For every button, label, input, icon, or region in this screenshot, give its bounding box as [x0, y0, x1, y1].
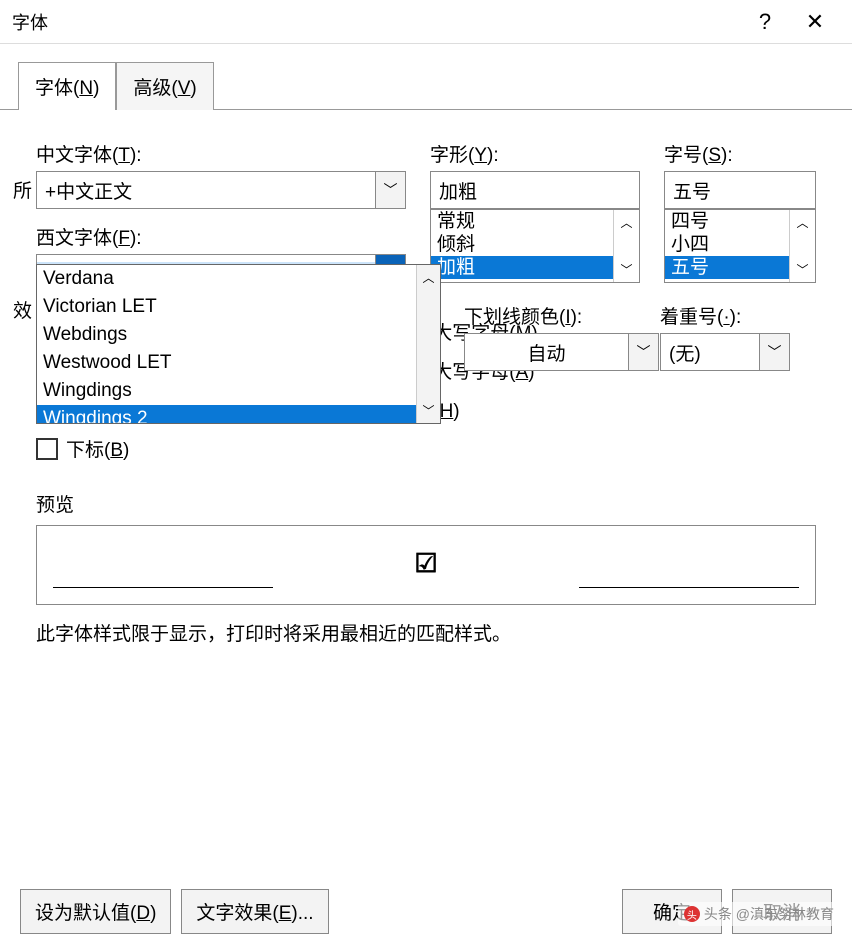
style-label: 字形(Y):	[430, 140, 640, 167]
scrollbar[interactable]: ︿﹀	[416, 265, 440, 423]
side-label: 所	[13, 176, 32, 203]
preview-line	[579, 587, 799, 588]
preview-line	[53, 587, 273, 588]
list-item[interactable]: Victorian LET	[37, 293, 440, 321]
list-item[interactable]: 四号	[665, 210, 789, 233]
list-item[interactable]: Webdings	[37, 321, 440, 349]
emphasis-combo[interactable]: (无) ﹀	[660, 333, 790, 371]
list-item[interactable]: 倾斜	[431, 233, 613, 256]
cn-font-label: 中文字体(T):	[36, 140, 406, 167]
list-item[interactable]: Westwood LET	[37, 349, 440, 377]
preview-note: 此字体样式限于显示，打印时将采用最相近的匹配样式。	[36, 619, 816, 646]
side-label: 效	[13, 296, 32, 323]
size-label: 字号(S):	[664, 140, 816, 167]
default-button[interactable]: 设为默认值(D)	[20, 889, 171, 934]
list-item[interactable]: 五号	[665, 256, 789, 279]
style-input[interactable]: 加粗	[430, 171, 640, 209]
titlebar: 字体 ? ✕	[0, 0, 852, 44]
preview-symbol: ☑	[414, 548, 437, 579]
cn-font-value: +中文正文	[37, 177, 375, 204]
dialog-content: 中文字体(T): +中文正文 ﹀ 西文字体(F): ﹀ 字形(Y): 加粗 常规…	[0, 110, 852, 656]
dialog-title: 字体	[12, 9, 740, 35]
watermark-text: 头条 @滇东努林教育	[704, 904, 834, 924]
logo-icon: 头	[684, 906, 700, 922]
tab-strip: 字体(N) 高级(V)	[18, 62, 852, 110]
size-value: 五号	[665, 177, 815, 204]
emphasis-value: (无)	[661, 339, 759, 366]
size-listbox[interactable]: 四号 小四 五号 ︿﹀	[664, 209, 816, 283]
help-icon[interactable]: ?	[740, 0, 790, 44]
underline-color-label: 下划线颜色(I):	[464, 302, 664, 329]
list-item[interactable]: Wingdings	[37, 377, 440, 405]
style-value: 加粗	[431, 177, 639, 204]
list-item[interactable]: 常规	[431, 210, 613, 233]
scrollbar[interactable]: ︿﹀	[789, 210, 815, 282]
underline-color-value: 自动	[465, 339, 628, 366]
west-font-dropdown[interactable]: Verdana Victorian LET Webdings Westwood …	[36, 264, 441, 424]
chevron-down-icon[interactable]: ﹀	[375, 172, 405, 208]
emphasis-label: 着重号(·):	[660, 302, 815, 329]
list-item[interactable]: 加粗	[431, 256, 613, 279]
preview-label: 预览	[36, 490, 816, 517]
list-item[interactable]: Wingdings 2	[37, 405, 440, 423]
list-item[interactable]: 小四	[665, 233, 789, 256]
preview-box: ☑	[36, 525, 816, 605]
style-listbox[interactable]: 常规 倾斜 加粗 ︿﹀	[430, 209, 640, 283]
watermark: 头 头条 @滇东努林教育	[678, 902, 840, 926]
close-icon[interactable]: ✕	[790, 0, 840, 44]
text-effects-button[interactable]: 文字效果(E)...	[181, 889, 328, 934]
cn-font-combo[interactable]: +中文正文 ﹀	[36, 171, 406, 209]
size-input[interactable]: 五号	[664, 171, 816, 209]
underline-color-combo[interactable]: 自动 ﹀	[464, 333, 659, 371]
tab-advanced[interactable]: 高级(V)	[116, 62, 213, 110]
checkbox-subscript[interactable]: 下标(B)	[36, 435, 165, 462]
list-item[interactable]: Verdana	[37, 265, 440, 293]
tab-font[interactable]: 字体(N)	[18, 62, 116, 110]
west-font-label: 西文字体(F):	[36, 223, 406, 250]
chevron-down-icon[interactable]: ﹀	[759, 334, 789, 370]
chevron-down-icon[interactable]: ﹀	[628, 334, 658, 370]
scrollbar[interactable]: ︿﹀	[613, 210, 639, 282]
